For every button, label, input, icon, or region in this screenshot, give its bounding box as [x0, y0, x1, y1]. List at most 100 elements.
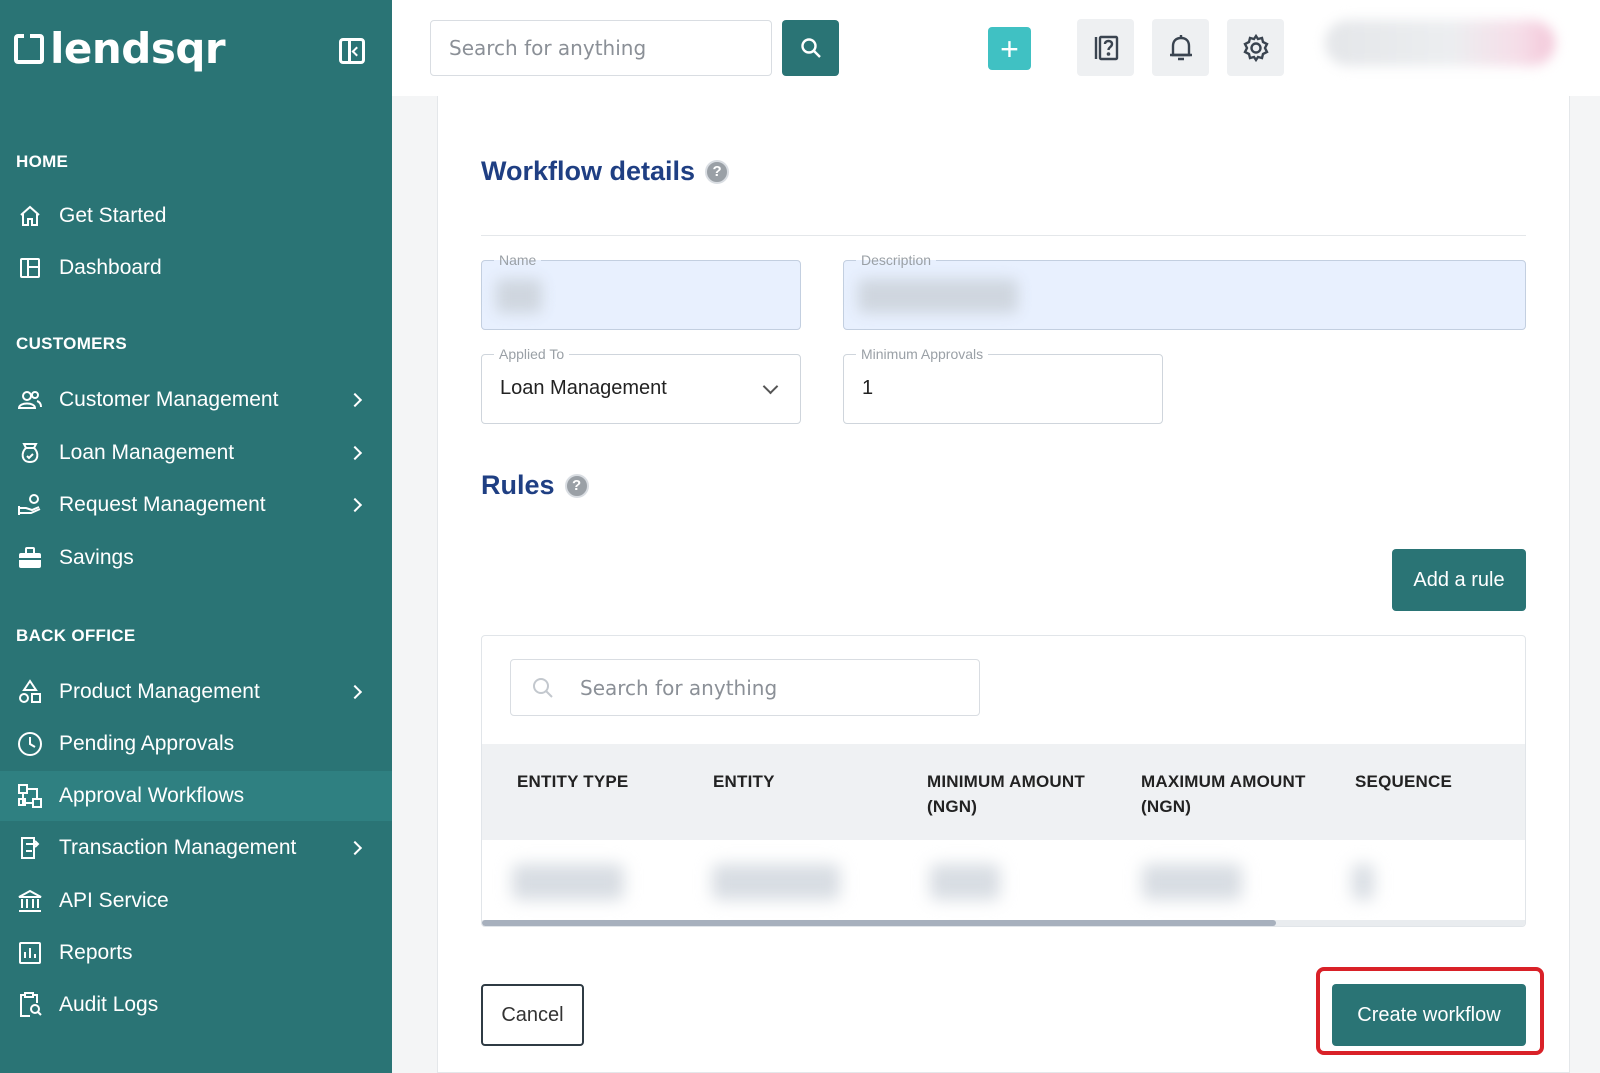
sidebar-item-label: Customer Management	[59, 388, 279, 411]
users-icon	[16, 386, 44, 414]
add-rule-button[interactable]: Add a rule	[1392, 549, 1526, 611]
description-value-blurred	[858, 279, 1018, 313]
applied-to-label: Applied To	[494, 346, 570, 362]
applied-to-value: Loan Management	[500, 377, 667, 399]
help-button[interactable]	[1077, 19, 1134, 76]
home-icon	[16, 202, 44, 230]
briefcase-icon	[16, 544, 44, 572]
workflow-icon	[16, 782, 44, 810]
transaction-icon	[16, 834, 44, 862]
column-minimum-amount-title: MINIMUM AMOUNT	[927, 772, 1085, 791]
chevron-right-icon	[347, 445, 363, 461]
sidebar-item-label: Loan Management	[59, 441, 235, 464]
table-cell-blurred	[1142, 864, 1242, 900]
rules-search-placeholder: Search for anything	[580, 675, 778, 700]
user-profile-blurred[interactable]	[1325, 20, 1555, 66]
sidebar-item-label: Pending Approvals	[59, 732, 235, 755]
table-cell-blurred	[712, 864, 840, 900]
search-button[interactable]	[782, 20, 839, 76]
add-button[interactable]: +	[988, 27, 1031, 70]
dashboard-icon	[16, 254, 44, 282]
sidebar: lendsqr HOME Get Started Dashboard CUSTO…	[0, 0, 392, 1073]
settings-button[interactable]	[1227, 19, 1284, 76]
cancel-button[interactable]: Cancel	[481, 984, 584, 1046]
description-label: Description	[856, 252, 937, 268]
applied-to-select[interactable]: Applied To Loan Management	[481, 346, 801, 424]
bell-icon	[1169, 34, 1192, 60]
logo-icon	[14, 34, 44, 64]
column-entity[interactable]: ENTITY	[713, 769, 775, 794]
name-value-blurred	[496, 279, 542, 313]
table-cell-blurred	[930, 864, 1000, 900]
rules-title: Rules	[481, 470, 555, 500]
divider	[481, 235, 1526, 236]
minimum-approvals-label: Minimum Approvals	[856, 346, 989, 362]
column-entity-type[interactable]: ENTITY TYPE	[517, 769, 628, 794]
column-maximum-amount-title: MAXIMUM AMOUNT	[1141, 772, 1306, 791]
table-header: ENTITY TYPE ENTITY MINIMUM AMOUNT (NGN) …	[482, 744, 1525, 840]
loan-icon	[16, 439, 44, 467]
chevron-right-icon	[347, 497, 363, 513]
sidebar-item-api-service[interactable]: API Service	[0, 876, 392, 926]
table-cell-blurred	[512, 864, 624, 900]
search-icon	[800, 38, 821, 58]
help-icon[interactable]: ?	[705, 159, 730, 184]
section-home: HOME	[16, 152, 69, 171]
column-minimum-amount[interactable]: MINIMUM AMOUNT (NGN)	[927, 769, 1085, 819]
sidebar-item-customer-management[interactable]: Customer Management	[0, 375, 392, 425]
sidebar-item-label: Transaction Management	[59, 836, 297, 859]
sidebar-item-request-management[interactable]: Request Management	[0, 480, 392, 530]
rules-search-input[interactable]: Search for anything	[510, 659, 980, 716]
help-book-icon	[1094, 35, 1118, 60]
sidebar-item-label: Get Started	[59, 204, 167, 227]
sidebar-item-audit-logs[interactable]: Audit Logs	[0, 980, 392, 1030]
page-title: Workflow details	[481, 156, 696, 186]
brand-name: lendsqr	[50, 24, 226, 73]
sidebar-item-label: Product Management	[59, 680, 260, 703]
column-maximum-amount-unit: (NGN)	[1141, 797, 1192, 816]
sidebar-item-pending-approvals[interactable]: Pending Approvals	[0, 719, 392, 769]
sidebar-item-get-started[interactable]: Get Started	[0, 191, 392, 241]
section-customers: CUSTOMERS	[16, 334, 128, 353]
horizontal-scrollbar[interactable]	[482, 920, 1525, 926]
description-field[interactable]: Description	[843, 252, 1526, 330]
request-icon	[16, 491, 44, 519]
rules-heading: Rules ?	[481, 470, 589, 501]
sidebar-item-label: Audit Logs	[59, 993, 159, 1016]
sidebar-item-savings[interactable]: Savings	[0, 533, 392, 583]
sidebar-item-transaction-management[interactable]: Transaction Management	[0, 823, 392, 873]
rules-table: Search for anything ENTITY TYPE ENTITY M…	[481, 635, 1526, 927]
sidebar-item-reports[interactable]: Reports	[0, 928, 392, 978]
search-input[interactable]: Search for anything	[430, 20, 772, 76]
sidebar-item-product-management[interactable]: Product Management	[0, 667, 392, 717]
minimum-approvals-value: 1	[862, 377, 874, 399]
help-icon[interactable]: ?	[564, 473, 589, 498]
chevron-right-icon	[347, 392, 363, 408]
clock-icon	[16, 730, 44, 758]
collapse-sidebar-icon[interactable]	[339, 38, 365, 64]
sidebar-item-approval-workflows[interactable]: Approval Workflows	[0, 771, 392, 821]
gear-icon	[1242, 33, 1269, 62]
section-back-office: BACK OFFICE	[16, 626, 136, 645]
name-field[interactable]: Name	[481, 252, 801, 330]
sidebar-item-loan-management[interactable]: Loan Management	[0, 428, 392, 478]
column-maximum-amount[interactable]: MAXIMUM AMOUNT (NGN)	[1141, 769, 1306, 819]
minimum-approvals-field[interactable]: Minimum Approvals 1	[843, 346, 1163, 424]
create-button-highlight	[1316, 967, 1544, 1055]
search-icon	[533, 678, 553, 698]
reports-icon	[16, 939, 44, 967]
sidebar-item-dashboard[interactable]: Dashboard	[0, 243, 392, 293]
column-minimum-amount-unit: (NGN)	[927, 797, 978, 816]
table-cell-blurred	[1352, 864, 1374, 900]
sidebar-item-label: Savings	[59, 546, 134, 569]
column-sequence[interactable]: SEQUENCE	[1355, 769, 1452, 794]
lendsqr-logo[interactable]: lendsqr	[14, 24, 226, 73]
sidebar-item-label: API Service	[59, 889, 169, 912]
chevron-right-icon	[347, 840, 363, 856]
name-label: Name	[494, 252, 542, 268]
workflow-details-heading: Workflow details ?	[481, 156, 730, 187]
notifications-button[interactable]	[1152, 19, 1209, 76]
chevron-down-icon	[762, 378, 779, 395]
scrollbar-thumb[interactable]	[482, 920, 1276, 926]
bank-icon	[16, 887, 44, 915]
